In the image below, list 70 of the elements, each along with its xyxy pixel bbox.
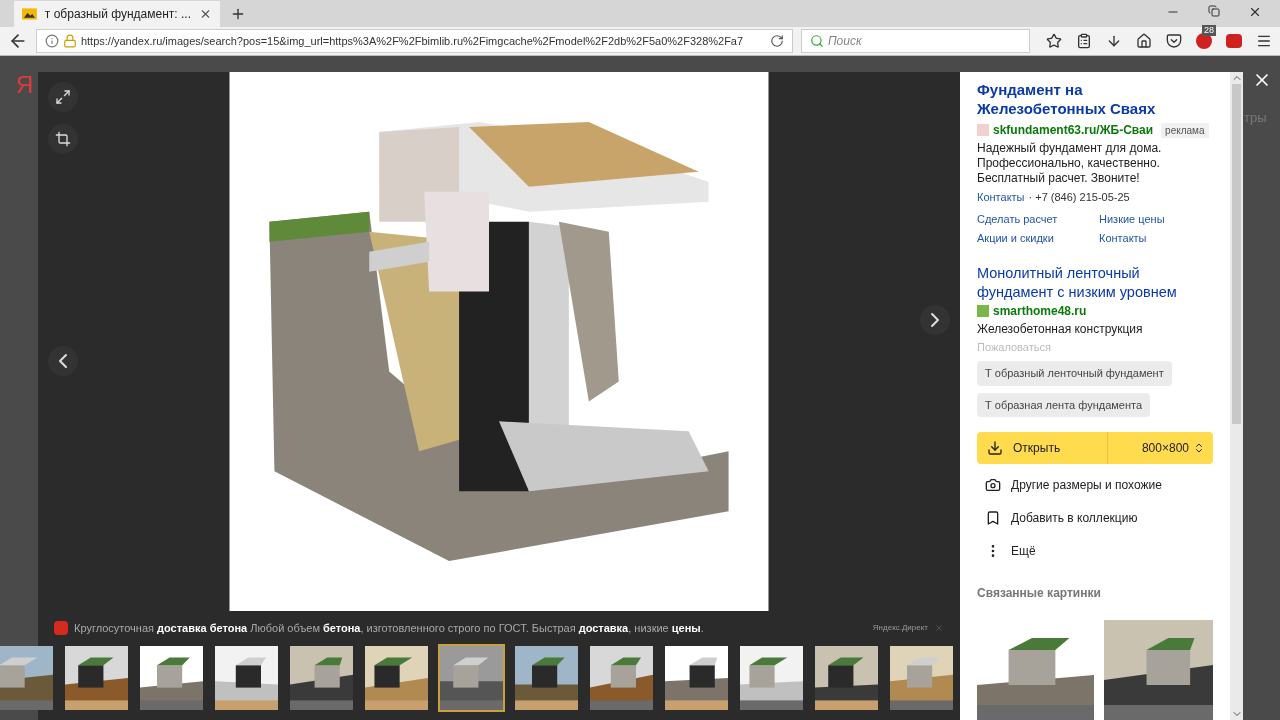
ad-source: Яндекс.Директ xyxy=(872,622,928,634)
ad-title[interactable]: Монолитный ленточный фундамент с низким уровнем xyxy=(977,263,1213,302)
address-field[interactable]: https://yandex.ru/images/search?pos=15&img_url=https%3A%2F%2Fbimlib.ru%2Fimgcache%2Fmodel%2F2db%2F5a0%2F328%2Fa7 xyxy=(35,29,793,53)
favicon-icon xyxy=(977,304,989,317)
action-link[interactable]: Ещё xyxy=(977,542,1213,560)
thumbnail[interactable] xyxy=(513,644,580,712)
info-icon xyxy=(44,34,59,48)
thumbnail[interactable] xyxy=(288,644,355,712)
favicon-icon xyxy=(977,124,989,136)
restore-icon[interactable] xyxy=(1208,5,1220,17)
menu-icon[interactable] xyxy=(1256,33,1272,49)
sitelink[interactable]: Низкие цены xyxy=(1099,210,1213,227)
expand-icon xyxy=(55,89,71,105)
crop-button[interactable] xyxy=(48,124,78,154)
open-button[interactable]: Открыть xyxy=(977,432,1108,464)
download-icon xyxy=(987,440,1003,456)
search-icon xyxy=(809,34,824,48)
contacts-link[interactable]: Контакты xyxy=(977,189,1025,206)
pocket-icon[interactable] xyxy=(1166,33,1182,49)
star-icon[interactable] xyxy=(1046,33,1062,49)
logo: Я xyxy=(16,70,34,100)
fullscreen-button[interactable] xyxy=(48,82,78,112)
clipboard-icon[interactable] xyxy=(1076,33,1092,49)
sitelink[interactable]: Акции и скидки xyxy=(977,230,1099,247)
next-button[interactable] xyxy=(920,305,950,335)
size-select[interactable]: 800×800 xyxy=(1108,432,1213,464)
phone-text: · +7 (846) 215-05-25 xyxy=(1028,190,1130,205)
action-link[interactable]: Добавить в коллекцию xyxy=(977,509,1213,527)
thumbnail[interactable] xyxy=(138,644,205,712)
sitelink[interactable]: Сделать расчет xyxy=(977,210,1099,227)
lock-icon xyxy=(62,34,77,48)
thumbnail[interactable] xyxy=(63,644,130,712)
sort-icon xyxy=(1193,442,1205,454)
ad-label: реклама xyxy=(1161,122,1209,138)
crop-icon xyxy=(55,131,71,147)
close-icon[interactable] xyxy=(1248,5,1262,19)
search-field[interactable]: Поиск xyxy=(800,29,1030,53)
notification-badge: 28 xyxy=(1202,25,1216,36)
thumbnail[interactable] xyxy=(738,644,805,712)
thumbnail[interactable] xyxy=(0,644,55,712)
section-heading: Связанные картинки xyxy=(977,585,1102,602)
thumbnail[interactable] xyxy=(888,644,955,712)
ad-domain[interactable]: smarthome48.ru xyxy=(993,301,1087,320)
thumbnail[interactable] xyxy=(813,644,880,712)
ad-description: Железобетонная конструкция xyxy=(977,320,1144,338)
action-link[interactable]: Другие размеры и похожие xyxy=(977,476,1213,494)
thumbnail[interactable] xyxy=(663,644,730,712)
home-icon[interactable] xyxy=(1136,33,1152,49)
new-tab-icon[interactable] xyxy=(230,6,246,22)
download-icon[interactable] xyxy=(1106,33,1122,49)
browser-tab[interactable]: т образный фундамент: ... xyxy=(14,1,220,27)
previous-button[interactable] xyxy=(48,346,78,376)
direct-logo-icon xyxy=(54,621,68,635)
thumbnail[interactable] xyxy=(588,644,655,712)
ad-title[interactable]: Фундамент на Железобетонных Сваях xyxy=(977,80,1213,118)
yandex-images-favicon xyxy=(22,8,37,20)
reload-icon[interactable] xyxy=(769,34,784,48)
ad-domain[interactable]: skfundament63.ru/ЖБ-Сваи xyxy=(993,121,1154,139)
search-input[interactable]: Поиск xyxy=(827,32,1021,50)
sitelink[interactable]: Контакты xyxy=(1099,230,1213,247)
close-icon[interactable] xyxy=(199,7,212,21)
tag-chip[interactable]: Т образная лента фундамента xyxy=(977,392,1151,417)
camera-icon xyxy=(985,477,1001,493)
thumbnail[interactable] xyxy=(438,644,505,712)
bookmark-icon xyxy=(985,510,1001,526)
tag-chip[interactable]: Т образный ленточный фундамент xyxy=(977,361,1172,386)
ad-description: Надежный фундамент для дома. Профессионально, качественно. Бесплатный расчет. Звоните! xyxy=(977,141,1163,186)
thumbnail[interactable] xyxy=(363,644,430,712)
thumbnail[interactable] xyxy=(213,644,280,712)
ad-text[interactable]: Круглосуточная доставка бетона Любой объем бетона, изготовленного строго по ГОСТ. Быстрая доставка, низкие цены. xyxy=(74,619,704,637)
